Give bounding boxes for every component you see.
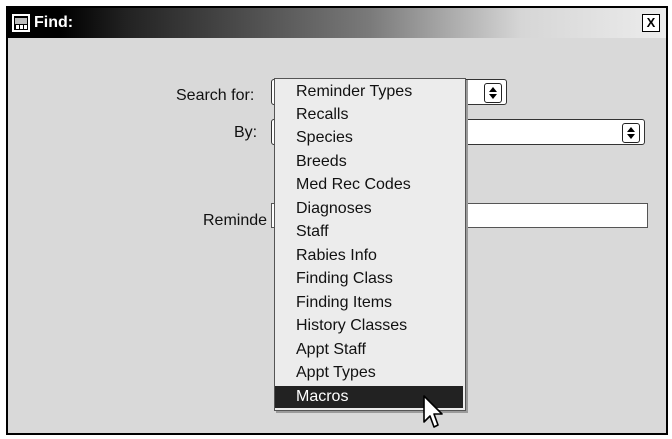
reminder-label: Reminde bbox=[203, 212, 268, 229]
dropdown-item-staff[interactable]: Staff bbox=[275, 221, 463, 243]
dropdown-item-diagnoses[interactable]: Diagnoses bbox=[275, 198, 463, 220]
search-for-label: Search for: bbox=[176, 87, 255, 104]
dropdown-item-species[interactable]: Species bbox=[275, 127, 463, 149]
search-for-dropdown-list[interactable]: Reminder Types Recalls Species Breeds Me… bbox=[274, 78, 466, 411]
dropdown-item-history-classes[interactable]: History Classes bbox=[275, 315, 463, 337]
by-label: By: bbox=[234, 124, 258, 141]
dropdown-item-breeds[interactable]: Breeds bbox=[275, 151, 463, 173]
up-down-arrows-icon[interactable] bbox=[622, 123, 640, 143]
dropdown-item-finding-class[interactable]: Finding Class bbox=[275, 268, 463, 290]
dropdown-item-recalls[interactable]: Recalls bbox=[275, 104, 463, 126]
dropdown-item-reminder-types[interactable]: Reminder Types bbox=[275, 81, 463, 103]
dropdown-item-finding-items[interactable]: Finding Items bbox=[275, 292, 463, 314]
dropdown-item-med-rec-codes[interactable]: Med Rec Codes bbox=[275, 174, 463, 196]
mouse-pointer-icon bbox=[423, 395, 443, 428]
close-icon: X bbox=[646, 15, 656, 30]
find-dialog: Find: X Search for: By: Reminde Reminder… bbox=[6, 6, 668, 435]
title-bar[interactable]: Find: X bbox=[8, 8, 666, 38]
dropdown-item-appt-staff[interactable]: Appt Staff bbox=[275, 339, 463, 361]
close-button[interactable]: X bbox=[642, 14, 660, 32]
window-title: Find: bbox=[34, 14, 74, 31]
dropdown-item-rabies-info[interactable]: Rabies Info bbox=[275, 245, 463, 267]
window-app-icon bbox=[12, 14, 30, 32]
up-down-arrows-icon[interactable] bbox=[484, 83, 502, 103]
dropdown-item-appt-types[interactable]: Appt Types bbox=[275, 362, 463, 384]
